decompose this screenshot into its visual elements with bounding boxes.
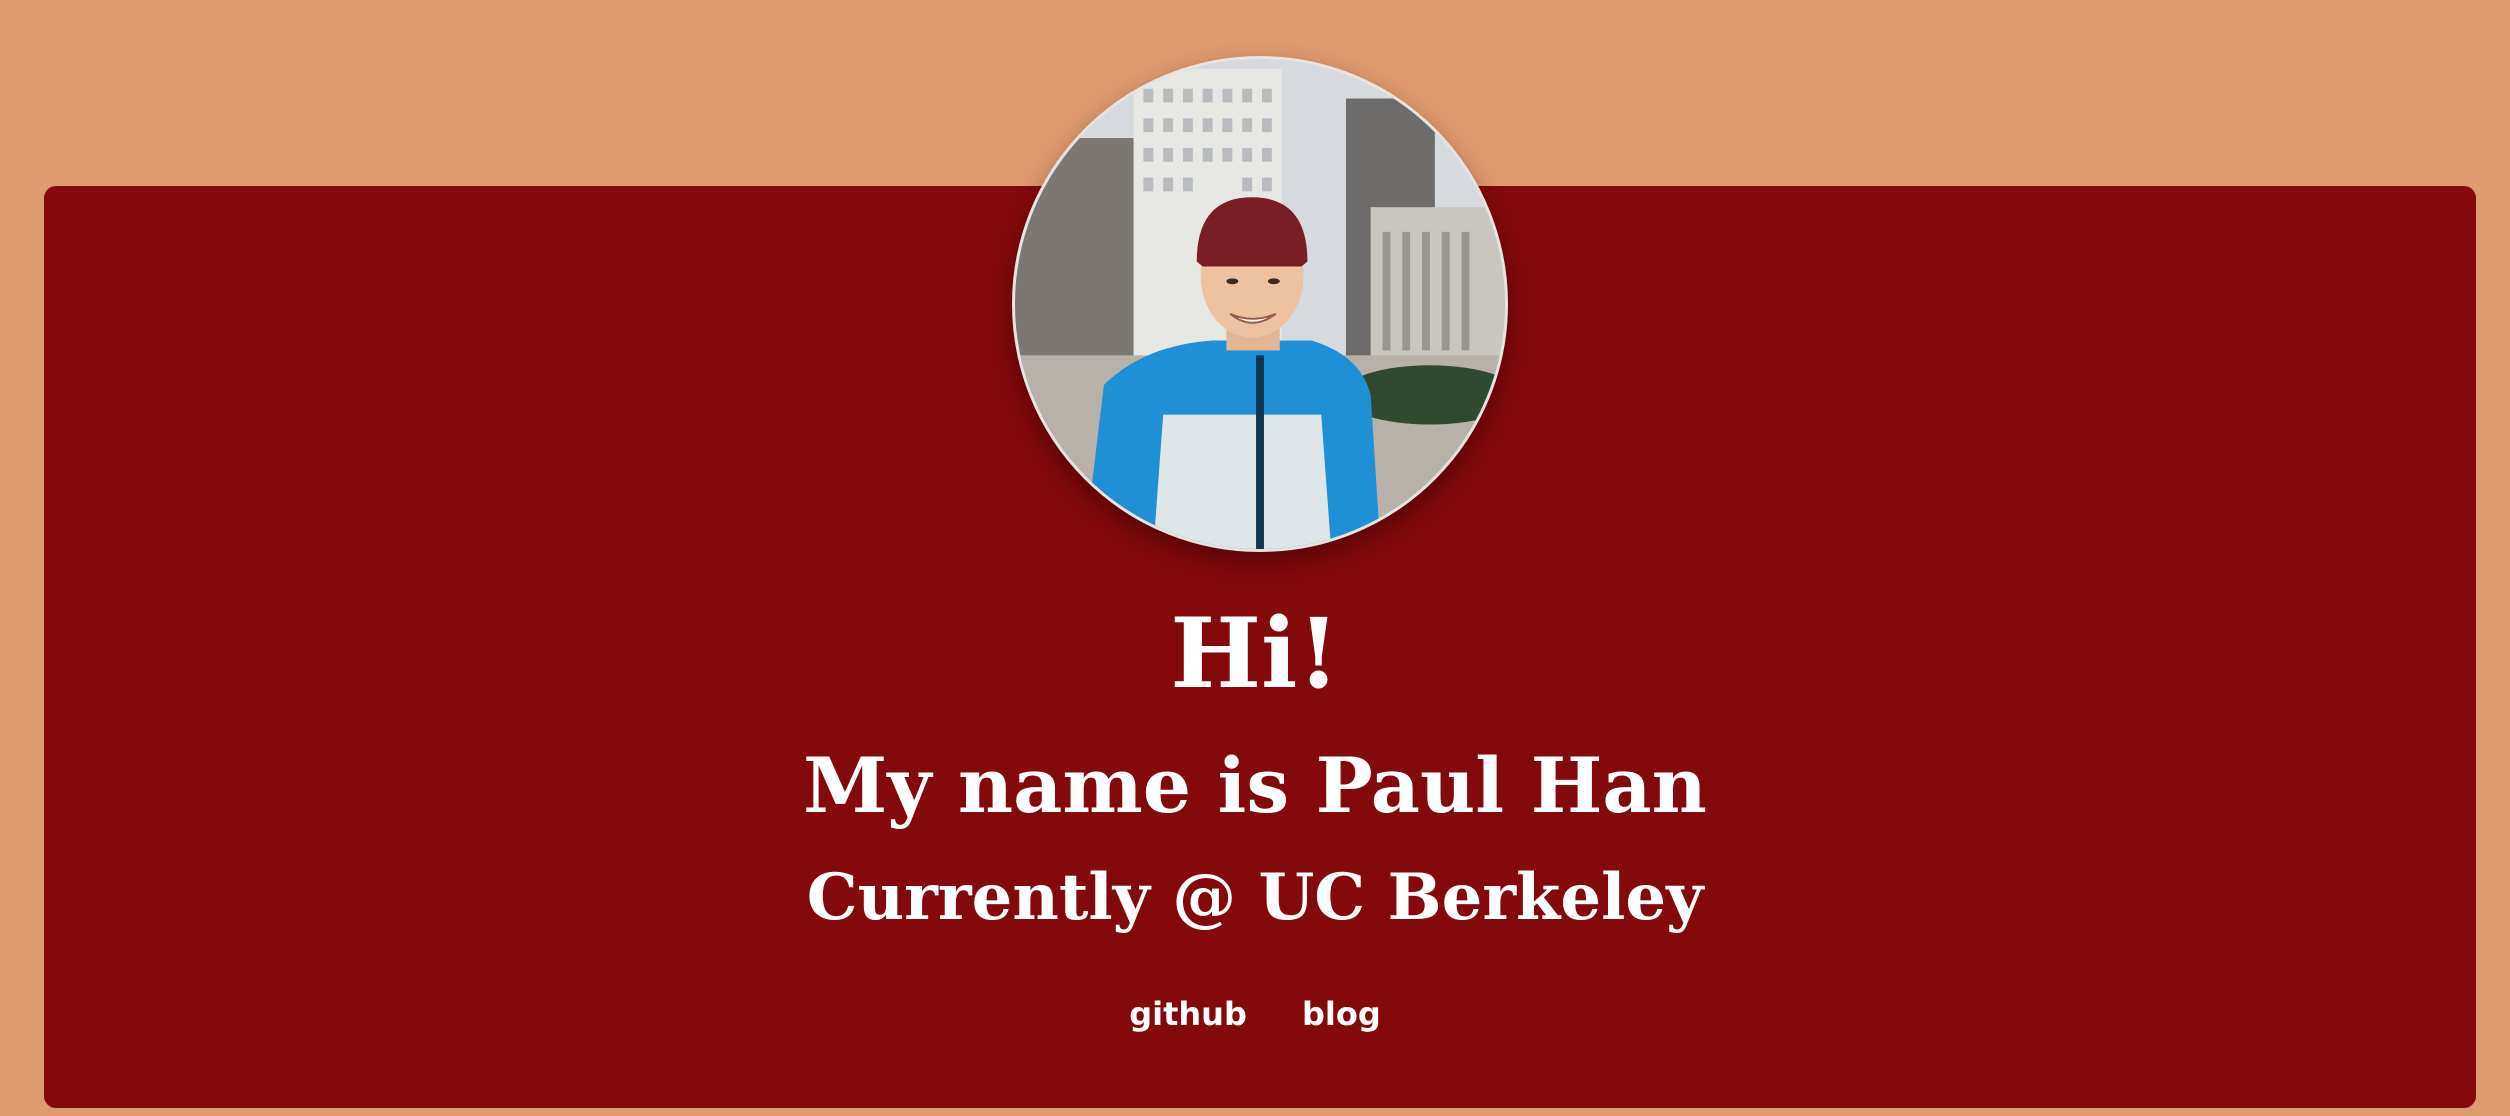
- profile-photo: [1015, 59, 1505, 549]
- greeting-heading: Hi!: [1170, 597, 1340, 710]
- location-heading: Currently @ UC Berkeley: [806, 860, 1704, 935]
- name-heading: My name is Paul Han: [803, 741, 1707, 830]
- profile-avatar: [1012, 56, 1508, 552]
- github-link[interactable]: github: [1129, 995, 1247, 1033]
- blog-link[interactable]: blog: [1302, 995, 1381, 1033]
- social-links: github blog: [0, 998, 2510, 1030]
